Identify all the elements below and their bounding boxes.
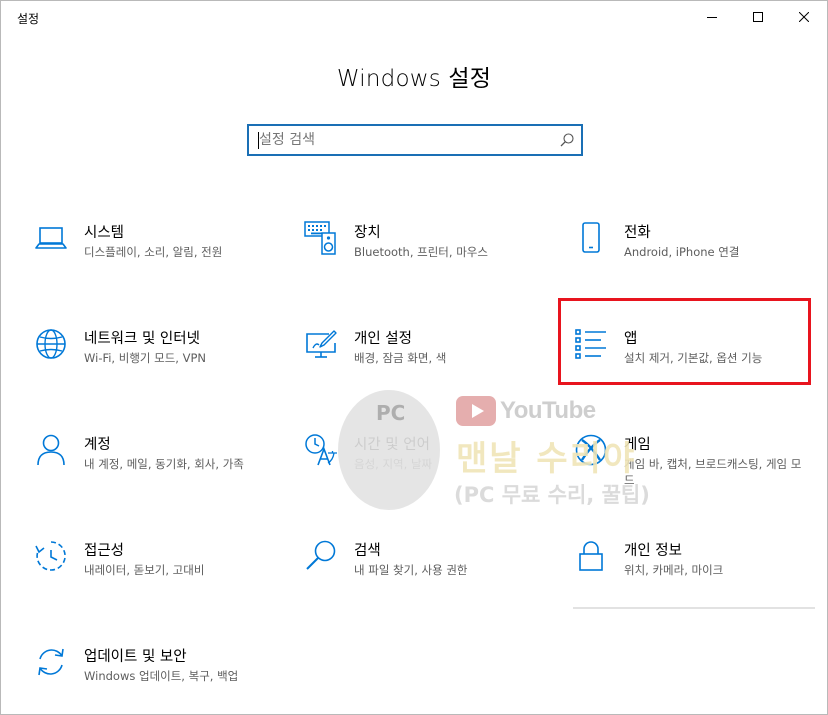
monitor-pen-icon	[304, 327, 338, 361]
title-bar[interactable]: 설정	[1, 1, 827, 33]
minimize-icon	[707, 17, 717, 18]
settings-window: 설정 Windows 설정 시스템 디스플레이, 소리, 알림, 전원	[0, 0, 828, 715]
tile-title: 시간 및 언어	[354, 437, 430, 453]
lock-icon	[574, 539, 608, 573]
tile-description: 내 파일 찾기, 사용 권한	[354, 563, 468, 577]
app-list-icon	[574, 327, 608, 361]
tile-gaming[interactable]: 게임 게임 바, 캡처, 브로드캐스팅, 게임 모드	[574, 433, 824, 503]
magnifier-icon	[304, 539, 338, 573]
maximize-icon	[753, 12, 763, 22]
page-title: Windows 설정	[336, 66, 492, 92]
tile-title: 개인 정보	[624, 543, 682, 559]
tile-description: 디스플레이, 소리, 알림, 전원	[84, 245, 223, 259]
tile-title: 네트워크 및 인터넷	[84, 331, 200, 347]
tile-title: 검색	[354, 543, 381, 559]
tile-accounts[interactable]: 계정 내 계정, 메일, 동기화, 회사, 가족	[34, 433, 284, 503]
tile-description: 내레이터, 돋보기, 고대비	[84, 563, 205, 577]
xbox-icon	[574, 433, 608, 467]
divider	[573, 607, 815, 609]
time-language-icon	[304, 433, 338, 467]
tile-description: 위치, 카메라, 마이크	[624, 563, 724, 577]
tile-description: Bluetooth, 프린터, 마우스	[354, 245, 488, 259]
tile-apps[interactable]: 앱 설치 제거, 기본값, 옵션 기능	[574, 327, 824, 397]
tile-title: 개인 설정	[354, 331, 412, 347]
search-box[interactable]	[247, 124, 583, 156]
close-button[interactable]	[781, 1, 827, 33]
globe-icon	[34, 327, 68, 361]
tile-description: 내 계정, 메일, 동기화, 회사, 가족	[84, 457, 244, 471]
tile-description: 게임 바, 캡처, 브로드캐스팅, 게임 모드	[624, 457, 802, 487]
tile-title: 장치	[354, 225, 381, 241]
tile-network[interactable]: 네트워크 및 인터넷 Wi-Fi, 비행기 모드, VPN	[34, 327, 284, 397]
tile-description: 설치 제거, 기본값, 옵션 기능	[624, 351, 763, 365]
tile-title: 접근성	[84, 543, 125, 559]
tile-phone[interactable]: 전화 Android, iPhone 연결	[574, 221, 824, 291]
phone-icon	[574, 221, 608, 255]
tile-system[interactable]: 시스템 디스플레이, 소리, 알림, 전원	[34, 221, 284, 291]
laptop-icon	[34, 221, 68, 255]
search-input[interactable]	[259, 126, 549, 154]
tile-search[interactable]: 검색 내 파일 찾기, 사용 권한	[304, 539, 554, 609]
minimize-button[interactable]	[689, 1, 735, 33]
tile-ease-of-access[interactable]: 접근성 내레이터, 돋보기, 고대비	[34, 539, 284, 609]
keyboard-speaker-icon	[304, 221, 338, 255]
tile-personalization[interactable]: 개인 설정 배경, 잠금 화면, 색	[304, 327, 554, 397]
tile-description: Windows 업데이트, 복구, 백업	[84, 669, 239, 683]
search-icon[interactable]	[560, 133, 574, 147]
tile-title: 계정	[84, 437, 111, 453]
ease-of-access-icon	[34, 539, 68, 573]
tile-title: 전화	[624, 225, 651, 241]
watermark-youtube-text: YouTube	[500, 397, 596, 424]
person-icon	[34, 433, 68, 467]
text-caret	[258, 132, 259, 149]
window-title: 설정	[17, 12, 40, 26]
tile-description: Wi-Fi, 비행기 모드, VPN	[84, 351, 207, 365]
tile-title: 게임	[624, 437, 651, 453]
tile-title: 앱	[624, 331, 638, 347]
tile-title: 시스템	[84, 225, 125, 241]
tile-description: Android, iPhone 연결	[624, 245, 740, 259]
tile-description: 음성, 지역, 날짜	[354, 457, 433, 471]
watermark-badge-text: PC	[376, 401, 406, 425]
tile-time-language[interactable]: 시간 및 언어 음성, 지역, 날짜	[304, 433, 554, 503]
maximize-button[interactable]	[735, 1, 781, 33]
close-icon	[799, 12, 809, 22]
tile-devices[interactable]: 장치 Bluetooth, 프린터, 마우스	[304, 221, 554, 291]
tile-update-security[interactable]: 업데이트 및 보안 Windows 업데이트, 복구, 백업	[34, 645, 284, 715]
sync-icon	[34, 645, 68, 679]
watermark-youtube: YouTube	[456, 393, 596, 429]
tile-title: 업데이트 및 보안	[84, 649, 187, 665]
youtube-play-icon	[456, 396, 496, 426]
tile-description: 배경, 잠금 화면, 색	[354, 351, 447, 365]
tile-privacy[interactable]: 개인 정보 위치, 카메라, 마이크	[574, 539, 824, 609]
